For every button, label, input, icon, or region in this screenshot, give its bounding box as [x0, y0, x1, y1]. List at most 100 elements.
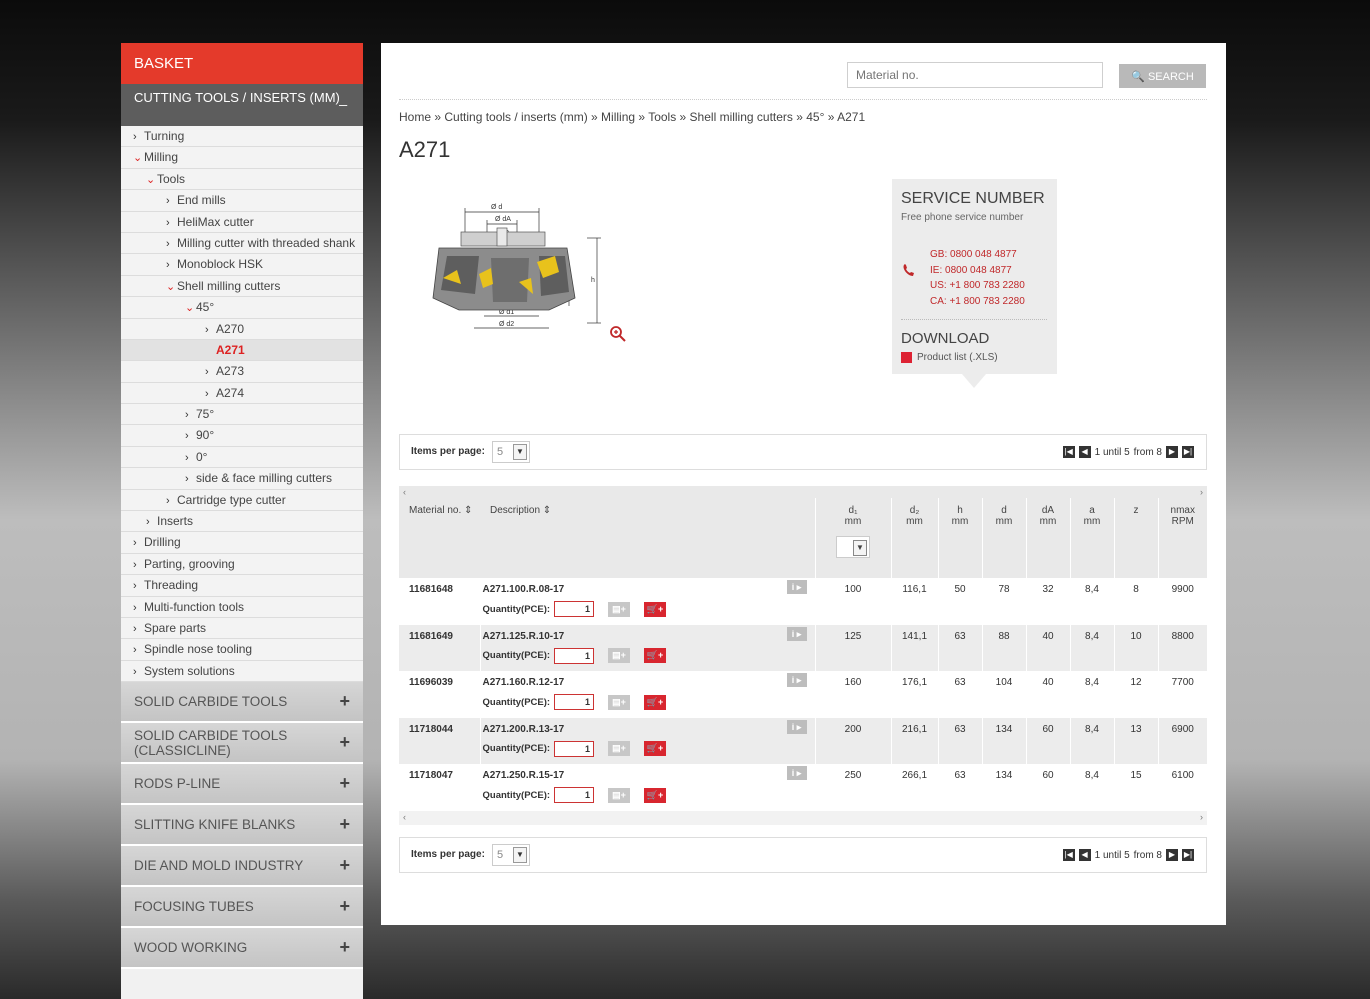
col-nmax: nmax RPM [1157, 498, 1207, 578]
sidebar-item-turning[interactable]: › Turning [121, 126, 363, 148]
accordion-solid-carbide-tools-classicline[interactable]: SOLID CARBIDE TOOLS (CLASSICLINE) + [121, 723, 363, 765]
sidebar-item-end-mills[interactable]: › End mills [121, 190, 363, 212]
collapse-icon[interactable]: _ [339, 84, 347, 112]
plus-icon[interactable]: + [339, 814, 350, 835]
sidebar-item-monoblock-hsk[interactable]: › Monoblock HSK [121, 254, 363, 276]
sidebar-item-helimax-cutter[interactable]: › HeliMax cutter [121, 212, 363, 233]
quantity-input[interactable]: 1 [554, 601, 595, 617]
quantity-input[interactable]: 1 [554, 694, 595, 710]
product-table: Material no. ⇕ Description ⇕ d₁ mm ▼ d₂ m… [399, 498, 1207, 811]
accordion-focusing-tubes[interactable]: FOCUSING TUBES + [121, 887, 363, 929]
product-code[interactable]: A271.160.R.12-17 [483, 677, 813, 688]
scroll-right-icon[interactable]: › [1200, 811, 1203, 825]
sidebar-item-spare-parts[interactable]: › Spare parts [121, 618, 363, 640]
product-code[interactable]: A271.125.R.10-17 [483, 631, 813, 642]
category-header[interactable]: CUTTING TOOLS / INSERTS (MM) _ [121, 84, 363, 126]
next-page-button[interactable]: ▶ [1166, 446, 1178, 458]
col-material[interactable]: Material no. ⇕ [399, 498, 480, 578]
phone-us[interactable]: US: +1 800 783 2280 [930, 278, 1025, 294]
plus-icon[interactable]: + [339, 855, 350, 876]
sidebar-item-90[interactable]: › 90° [121, 425, 363, 447]
add-to-list-button[interactable]: ▤+ [608, 694, 631, 710]
sidebar-item-inserts[interactable]: › Inserts [121, 511, 363, 533]
zoom-icon[interactable] [609, 325, 627, 343]
phone-gb[interactable]: GB: 0800 048 4877 [930, 247, 1025, 263]
scroll-right-icon[interactable]: › [1200, 486, 1203, 498]
scroll-left-icon[interactable]: ‹ [403, 486, 406, 498]
sidebar-item-parting-grooving[interactable]: › Parting, grooving [121, 554, 363, 576]
add-to-list-button[interactable]: ▤+ [608, 601, 631, 617]
add-to-list-button[interactable]: ▤+ [608, 741, 631, 756]
col-description[interactable]: Description ⇕ [480, 498, 815, 578]
accordion-solid-carbide-tools[interactable]: SOLID CARBIDE TOOLS + [121, 682, 363, 724]
info-button[interactable]: i ▸ [786, 673, 807, 687]
add-to-cart-button[interactable]: 🛒+ [644, 741, 667, 756]
prev-page-button[interactable]: ◀ [1078, 446, 1091, 458]
sidebar-item-threading[interactable]: › Threading [121, 575, 363, 597]
info-button[interactable]: i ▸ [786, 580, 807, 594]
quantity-input[interactable]: 1 [554, 740, 595, 757]
basket-link[interactable]: BASKET [121, 43, 363, 84]
search-input[interactable] [847, 62, 1103, 88]
add-to-cart-button[interactable]: 🛒+ [644, 648, 667, 663]
add-to-cart-button[interactable]: 🛒+ [644, 694, 667, 710]
scroll-left-icon[interactable]: ‹ [403, 811, 406, 825]
accordion-die-and-mold-industry[interactable]: DIE AND MOLD INDUSTRY + [121, 846, 363, 888]
sidebar-item-spindle-nose-tooling[interactable]: › Spindle nose tooling [121, 639, 363, 661]
accordion-slitting-knife-blanks[interactable]: SLITTING KNIFE BLANKS + [121, 805, 363, 847]
sidebar-item-tools[interactable]: ⌄ Tools [121, 169, 363, 191]
plus-icon[interactable]: + [339, 691, 350, 712]
add-to-list-button[interactable]: ▤+ [608, 648, 631, 663]
first-page-button[interactable]: |◀ [1062, 849, 1075, 861]
sidebar-item-a273[interactable]: › A273 [121, 361, 363, 383]
accordion-rods-p-line[interactable]: RODS P-LINE + [121, 764, 363, 806]
quantity-input[interactable]: 1 [554, 647, 595, 664]
plus-icon[interactable]: + [339, 937, 350, 958]
sidebar-item-system-solutions[interactable]: › System solutions [121, 661, 363, 683]
sidebar-item-multi-function-tools[interactable]: › Multi-function tools [121, 597, 363, 618]
info-button[interactable]: i ▸ [786, 719, 807, 734]
sidebar-item-a270[interactable]: › A270 [121, 319, 363, 340]
sidebar-item-side-face-milling-cutters[interactable]: › side & face milling cutters [121, 468, 363, 490]
prev-page-button[interactable]: ◀ [1078, 849, 1091, 861]
product-code[interactable]: A271.250.R.15-17 [483, 770, 813, 781]
product-code[interactable]: A271.200.R.13-17 [483, 724, 813, 735]
sidebar-item-75[interactable]: › 75° [121, 404, 363, 426]
phone-ca[interactable]: CA: +1 800 783 2280 [930, 294, 1025, 310]
last-page-button[interactable]: ▶| [1182, 446, 1194, 458]
product-drawing[interactable]: Ø d Ø dA b a h Ø d1 Ø d2 [399, 198, 629, 348]
scrollbar-bottom[interactable]: ‹ › [399, 810, 1207, 825]
sidebar-item-drilling[interactable]: › Drilling [121, 532, 363, 554]
info-button[interactable]: i ▸ [786, 626, 807, 641]
sidebar-item-0[interactable]: › 0° [121, 447, 363, 469]
plus-icon[interactable]: + [339, 773, 350, 794]
quantity-input[interactable]: 1 [554, 787, 595, 803]
sidebar-item-a271[interactable]: A271 [121, 339, 363, 362]
last-page-button[interactable]: ▶| [1182, 849, 1194, 861]
sidebar-item-45[interactable]: ⌄ 45° [121, 297, 363, 319]
sidebar-item-milling-cutter-with-threaded-shank[interactable]: › Milling cutter with threaded shank [121, 233, 363, 255]
product-list-link[interactable]: Product list (.XLS) [901, 352, 998, 363]
product-code[interactable]: A271.100.R.08-17 [483, 584, 813, 595]
first-page-button[interactable]: |◀ [1062, 446, 1075, 458]
add-to-cart-button[interactable]: 🛒+ [644, 601, 667, 617]
sidebar-item-milling[interactable]: ⌄ Milling [121, 147, 363, 169]
next-page-button[interactable]: ▶ [1166, 849, 1178, 861]
filter-select[interactable]: ▼ [836, 536, 870, 558]
phone-ie[interactable]: IE: 0800 048 4877 [930, 263, 1025, 279]
search-button[interactable]: 🔍 SEARCH [1119, 64, 1206, 88]
service-divider [901, 319, 1047, 320]
plus-icon[interactable]: + [339, 732, 350, 753]
items-per-page-select[interactable]: 5 ▼ [492, 441, 530, 463]
add-to-cart-button[interactable]: 🛒+ [644, 787, 667, 803]
items-per-page-select[interactable]: 5 ▼ [492, 844, 530, 866]
sidebar-item-cartridge-type-cutter[interactable]: › Cartridge type cutter [121, 490, 363, 512]
scrollbar-top[interactable]: ‹ › [399, 486, 1207, 498]
accordion-wood-working[interactable]: WOOD WORKING + [121, 928, 363, 970]
add-to-list-button[interactable]: ▤+ [608, 787, 631, 803]
info-button[interactable]: i ▸ [786, 766, 807, 780]
breadcrumb[interactable]: Home » Cutting tools / inserts (mm) » Mi… [399, 110, 865, 124]
sidebar-item-a274[interactable]: › A274 [121, 383, 363, 405]
plus-icon[interactable]: + [339, 896, 350, 917]
sidebar-item-shell-milling-cutters[interactable]: ⌄ Shell milling cutters [121, 276, 363, 298]
